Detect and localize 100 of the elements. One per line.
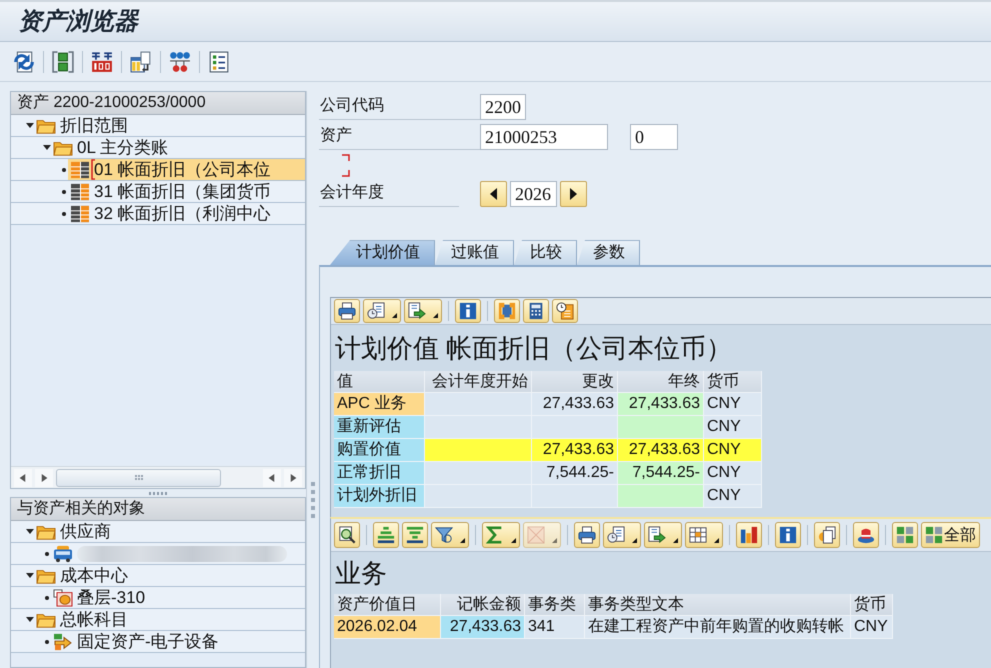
tab[interactable]: 比较 (514, 240, 577, 265)
scrollbar-thumb[interactable] (56, 468, 221, 486)
vehicle-icon (53, 544, 73, 562)
filter-button[interactable] (431, 522, 469, 548)
column-header[interactable]: 货币 (704, 371, 762, 393)
dropdown-caret-icon (460, 538, 465, 543)
bar-chart-button[interactable] (736, 522, 762, 548)
money-icon[interactable] (91, 50, 113, 72)
grip-icon (134, 475, 142, 480)
bracket-arrows-button[interactable] (494, 299, 520, 323)
nodes-icon[interactable] (169, 50, 191, 72)
column-header[interactable]: 值 (334, 371, 425, 393)
checklist-icon[interactable] (208, 50, 230, 72)
layout-icon (925, 526, 943, 544)
document-view-button[interactable] (603, 522, 641, 548)
table-cell: 7,544.25- (618, 462, 704, 485)
column-header[interactable]: 更改 (532, 371, 618, 393)
documents-button[interactable] (814, 522, 840, 548)
layout-icon (896, 526, 914, 544)
expand-caret-icon[interactable] (26, 573, 34, 578)
search-button[interactable] (334, 522, 360, 548)
table-cell: CNY (704, 462, 762, 485)
clock-document-button[interactable] (552, 299, 578, 323)
sort-descending-icon (406, 526, 424, 544)
input-field[interactable]: 21000253 (480, 124, 608, 150)
bullet-icon (45, 640, 49, 644)
input-field[interactable]: 2200 (480, 94, 526, 120)
table-grid-icon (70, 204, 90, 222)
print-icon (338, 302, 356, 320)
column-header[interactable]: 会计年度开始 (425, 371, 532, 393)
scroll-left-icon[interactable] (263, 468, 281, 486)
horizontal-scrollbar[interactable] (11, 466, 305, 488)
table-grid-icon (70, 182, 90, 200)
clock-document-icon (556, 302, 574, 320)
triangle-right-icon (570, 188, 577, 200)
dropdown-caret-icon (714, 538, 719, 543)
sum-button[interactable] (482, 522, 520, 548)
sort-descending-button[interactable] (402, 522, 428, 548)
export-icon (648, 526, 666, 544)
bar-chart-icon (740, 526, 758, 544)
filter-icon (435, 526, 453, 544)
search-icon (338, 526, 356, 544)
sort-ascending-icon (377, 526, 395, 544)
layout-button[interactable] (892, 522, 918, 548)
input-field[interactable]: 2026 (510, 181, 557, 207)
info-button[interactable] (455, 299, 481, 323)
grid-button[interactable] (685, 522, 723, 548)
field-label: 资产 (320, 126, 352, 146)
field-label: 会计年度 (320, 182, 384, 203)
grip-icon[interactable] (149, 492, 167, 494)
column-header[interactable]: 年终 (618, 371, 704, 393)
layout-button[interactable]: 全部 (921, 522, 980, 548)
sort-ascending-button[interactable] (373, 522, 399, 548)
tree-item[interactable]: 01 帐面折旧（公司本位 (68, 159, 305, 180)
table-cell: CNY (704, 485, 762, 508)
coin-document-icon (53, 588, 73, 606)
field-label: 公司代码 (320, 96, 384, 116)
focus-bracket-icon (91, 159, 95, 180)
column-header[interactable]: 货币 (851, 594, 893, 616)
print-button[interactable] (574, 522, 600, 548)
expand-caret-icon[interactable] (43, 145, 51, 150)
tab[interactable]: 过账值 (435, 240, 514, 265)
hat-button[interactable] (853, 522, 879, 548)
table-cell: APC 业务 (334, 393, 425, 416)
export-button[interactable] (644, 522, 682, 548)
scroll-right-icon[interactable] (284, 468, 302, 486)
scroll-right-icon[interactable] (35, 468, 53, 486)
document-view-button[interactable] (363, 299, 401, 323)
grip-icon[interactable] (311, 482, 315, 518)
expand-caret-icon[interactable] (26, 123, 34, 128)
document-view-icon (367, 302, 385, 320)
table-cell: 在建工程资产中前年购置的收购转帐 (585, 616, 851, 639)
print-icon (578, 526, 596, 544)
column-header[interactable]: 事务类 (525, 594, 585, 616)
documents-icon (818, 526, 836, 544)
calculator-icon (527, 302, 545, 320)
scroll-left-icon[interactable] (14, 468, 32, 486)
next-button[interactable] (560, 181, 587, 207)
column-header[interactable]: 事务类型文本 (585, 594, 851, 616)
dropdown-caret-icon (511, 538, 516, 543)
export-button[interactable] (404, 299, 442, 323)
window-title: 资产浏览器 (18, 7, 138, 36)
expand-caret-icon[interactable] (26, 529, 34, 534)
column-header[interactable]: 记帐金额 (441, 594, 525, 616)
column-header[interactable]: 资产价值日 (334, 594, 441, 616)
print-button[interactable] (334, 299, 360, 323)
info-icon (459, 302, 477, 320)
previous-button[interactable] (480, 181, 507, 207)
info-button[interactable] (775, 522, 801, 548)
triangle-left-icon (490, 188, 497, 200)
expand-caret-icon[interactable] (26, 617, 34, 622)
subtotal-icon (527, 526, 545, 544)
table-arrow-icon[interactable] (130, 50, 152, 72)
refresh-icon[interactable] (13, 50, 35, 72)
input-field[interactable]: 0 (630, 124, 678, 150)
tab[interactable]: 计划价值 (330, 240, 435, 265)
tab[interactable]: 参数 (577, 240, 640, 265)
calculator-button[interactable] (523, 299, 549, 323)
table-cell: 7,544.25- (532, 462, 618, 485)
document-blocks-icon[interactable] (52, 50, 74, 72)
